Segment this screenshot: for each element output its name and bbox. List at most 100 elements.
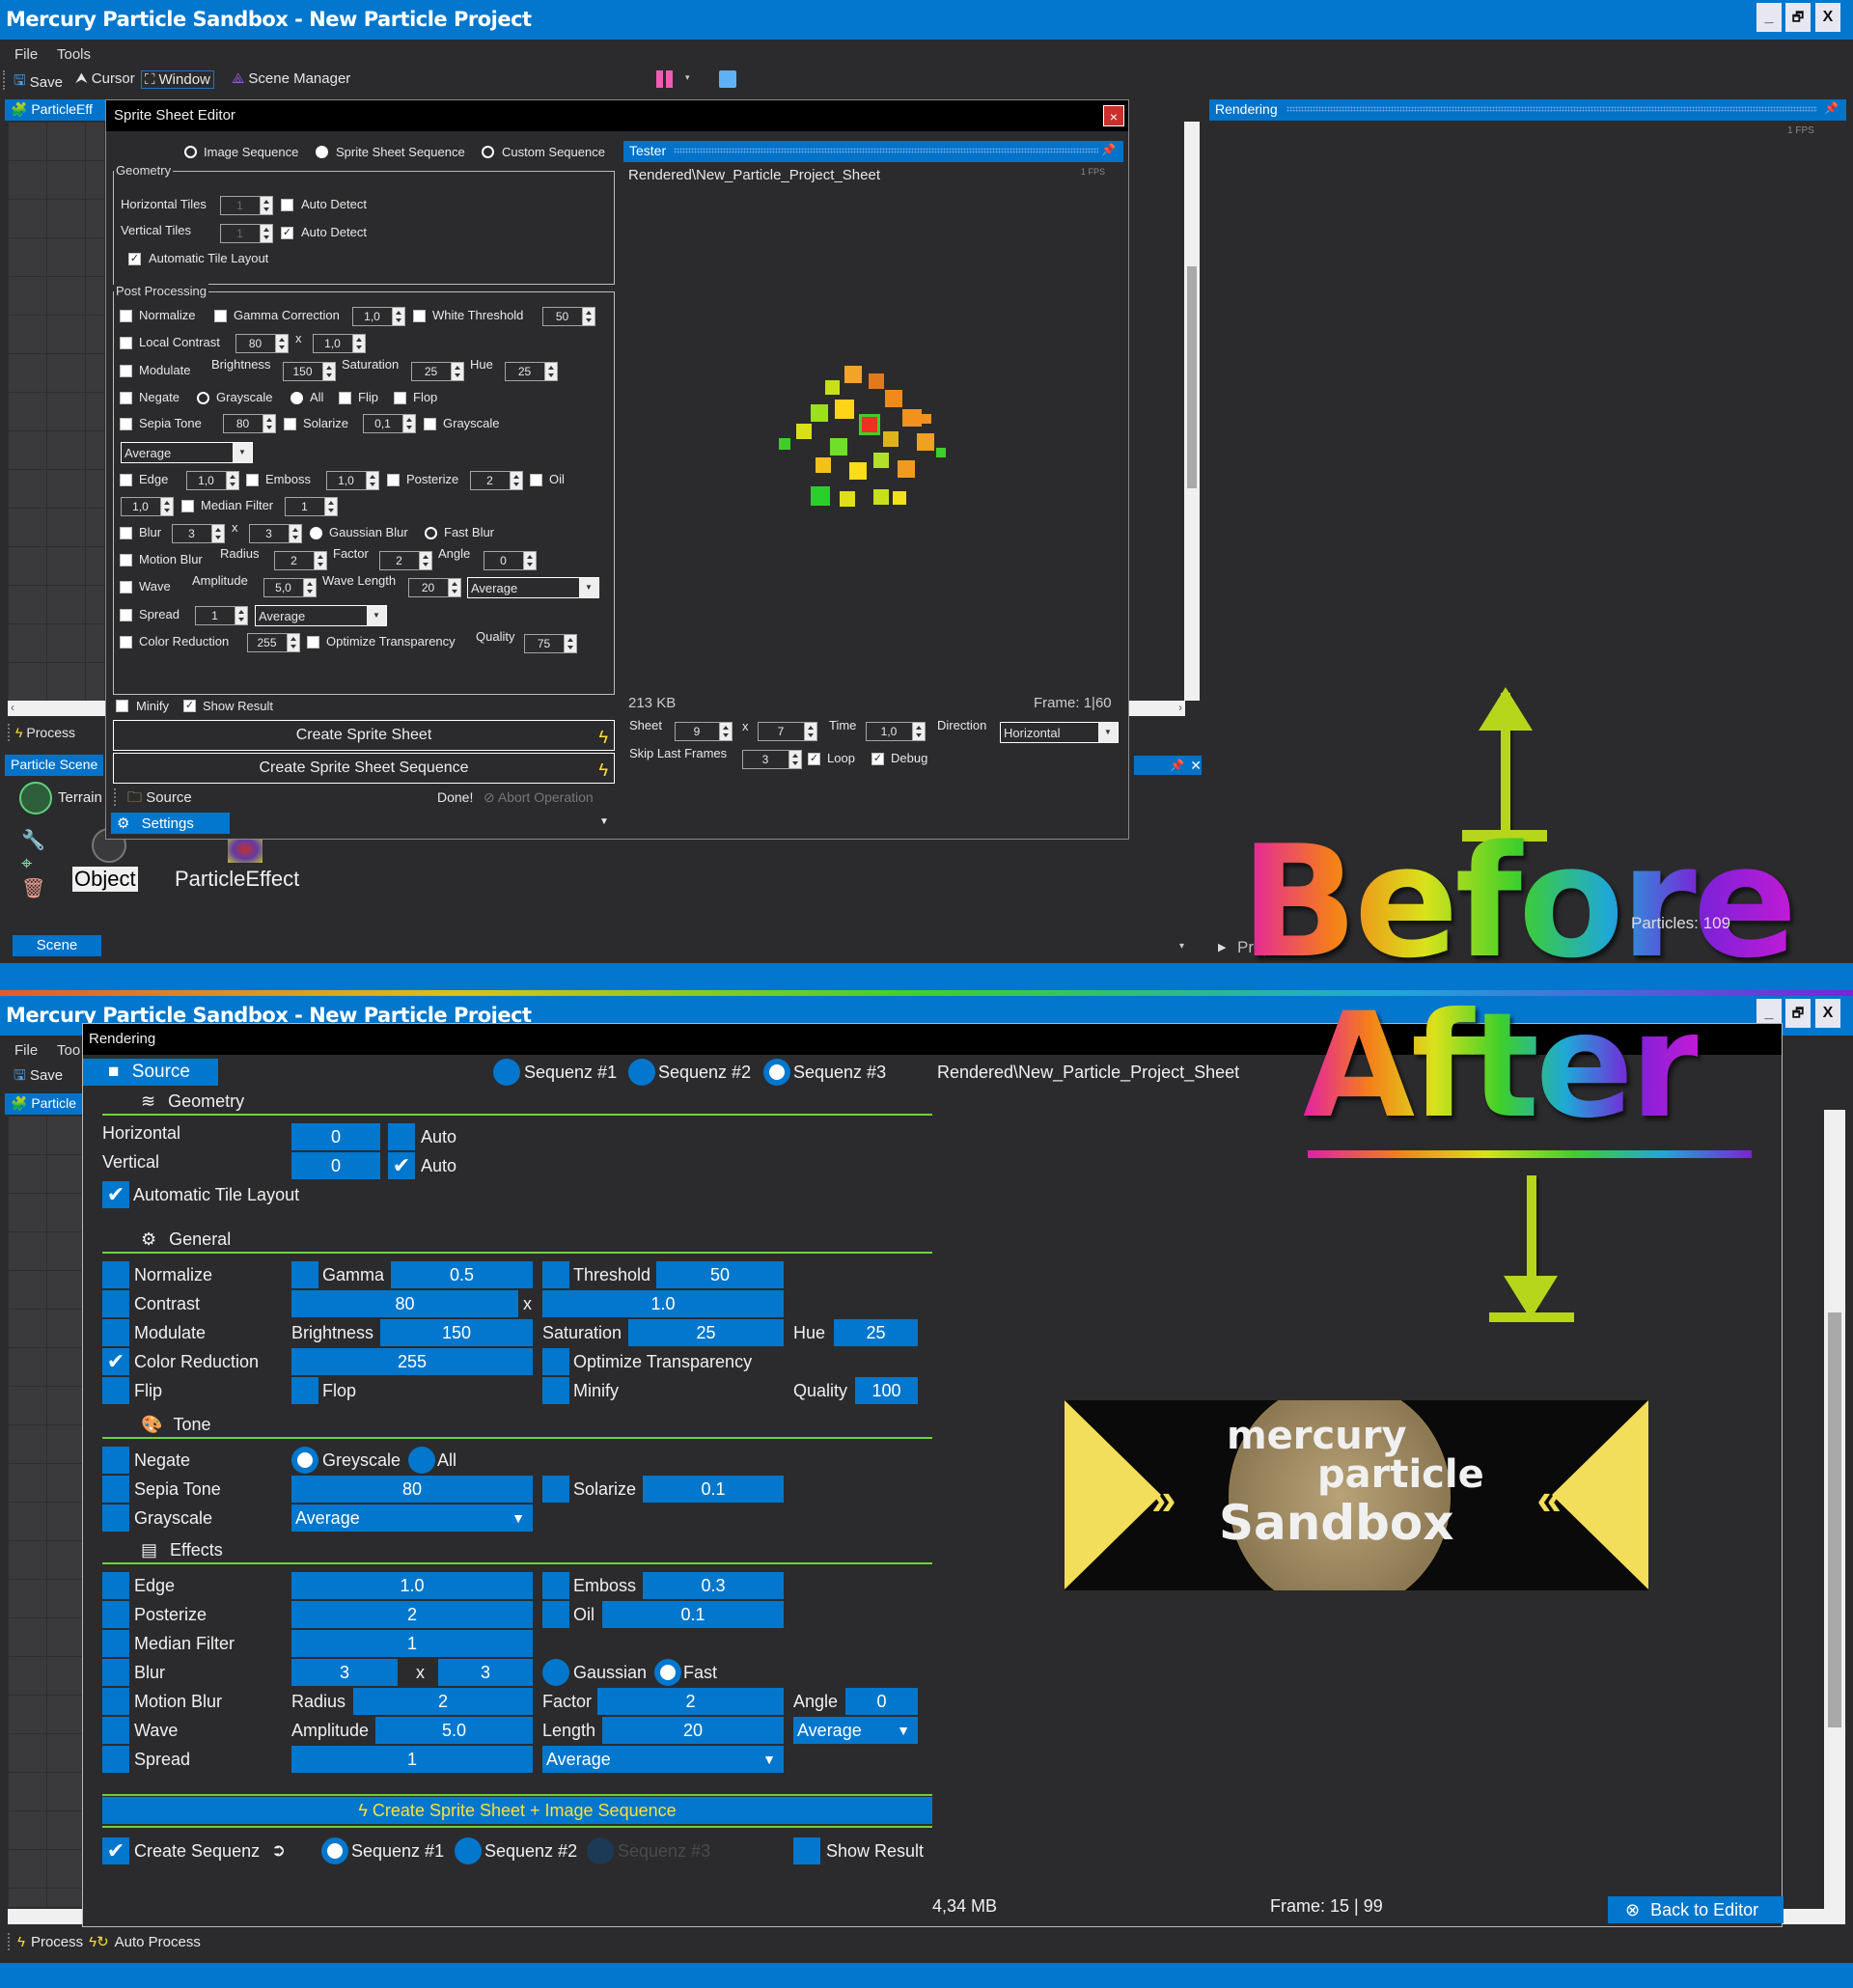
spinner-arrows[interactable]: [289, 525, 301, 542]
radio-bottom-sequenz-2[interactable]: [455, 1837, 482, 1864]
dropdown-arrow-icon[interactable]: ▾: [1179, 941, 1184, 952]
hue-input[interactable]: 25: [834, 1319, 918, 1346]
gamma-checkbox[interactable]: [291, 1261, 318, 1288]
local-contrast-checkbox[interactable]: [120, 337, 132, 349]
radio-fast-blur[interactable]: [425, 527, 437, 539]
threshold-input[interactable]: 50: [656, 1261, 784, 1288]
posterize-checkbox[interactable]: [387, 474, 400, 486]
sepia-spinner[interactable]: 80: [223, 414, 276, 433]
sepia-tone-checkbox[interactable]: [120, 418, 132, 430]
spread-checkbox[interactable]: [120, 609, 132, 621]
process-button[interactable]: Process: [26, 725, 75, 740]
particle-effect-tab[interactable]: 🧩 ParticleEff: [5, 99, 111, 121]
particle-tab-after[interactable]: 🧩 Particle: [5, 1093, 87, 1115]
radio-all[interactable]: [290, 392, 303, 404]
threshold-checkbox[interactable]: [542, 1261, 569, 1288]
dropdown-arrow-icon[interactable]: ▼: [599, 816, 609, 827]
radio-bottom-sequenz-1[interactable]: [321, 1837, 348, 1864]
radio-gaussian-blur[interactable]: [310, 527, 322, 539]
vertical-auto-detect-checkbox[interactable]: [281, 227, 293, 239]
radius-input[interactable]: 2: [353, 1688, 533, 1715]
oil-checkbox[interactable]: [530, 474, 542, 486]
auto-process-button[interactable]: Auto Process: [115, 1934, 201, 1950]
spinner-arrows[interactable]: [419, 552, 431, 569]
color-reduction-input[interactable]: 255: [291, 1348, 533, 1375]
particle-effect-icon[interactable]: [228, 836, 263, 863]
posterize-input[interactable]: 2: [291, 1601, 533, 1628]
wave-checkbox[interactable]: [102, 1717, 129, 1744]
sheet-columns-spinner[interactable]: 9: [675, 722, 733, 741]
radio-bottom-sequenz-3[interactable]: [587, 1837, 614, 1864]
brightness-spinner[interactable]: 150: [283, 362, 336, 381]
flop-checkbox[interactable]: [394, 392, 406, 404]
process-button[interactable]: Process: [31, 1934, 83, 1950]
grayscale-method-select[interactable]: Average ▼: [291, 1505, 533, 1532]
particle-scene-tab[interactable]: Particle Scene: [5, 755, 104, 776]
radio-grayscale[interactable]: [197, 392, 209, 404]
blur-spinner-b[interactable]: 3: [249, 524, 302, 543]
close-panel-icon[interactable]: ✕: [1190, 758, 1202, 774]
vertical-scrollbar-after[interactable]: [1824, 1110, 1845, 1911]
pin-icon[interactable]: 📌: [1824, 101, 1839, 115]
spinner-arrows[interactable]: [260, 197, 272, 214]
toolbar-grip[interactable]: [3, 70, 7, 90]
debug-checkbox[interactable]: [871, 753, 884, 765]
scroll-left-icon[interactable]: ‹: [11, 701, 14, 714]
median-filter-checkbox[interactable]: [181, 500, 194, 512]
editor-viewport[interactable]: [8, 122, 104, 701]
direction-select[interactable]: Horizontal ▼: [1000, 722, 1119, 743]
flip-checkbox[interactable]: [339, 392, 351, 404]
horizontal-input[interactable]: 0: [291, 1123, 380, 1150]
normalize-checkbox[interactable]: [102, 1261, 129, 1288]
vertical-input[interactable]: 0: [291, 1152, 380, 1179]
radio-image-sequence[interactable]: [184, 146, 197, 158]
spinner-arrows[interactable]: [523, 552, 536, 569]
wave-length-spinner[interactable]: 20: [408, 578, 461, 597]
emboss-input[interactable]: 0.3: [643, 1572, 784, 1599]
modulate-checkbox[interactable]: [102, 1319, 129, 1346]
scrollbar-thumb[interactable]: [1828, 1312, 1841, 1727]
solarize-input[interactable]: 0.1: [643, 1476, 784, 1503]
radio-sprite-sheet-sequence[interactable]: [316, 146, 328, 158]
spinner-arrows[interactable]: [314, 552, 326, 569]
spinner-arrows[interactable]: [160, 498, 173, 515]
chevron-down-icon[interactable]: ▼: [233, 443, 252, 462]
spinner-arrows[interactable]: [352, 335, 365, 352]
restore-button[interactable]: 🗗: [1785, 3, 1811, 32]
chevron-down-icon[interactable]: ▼: [512, 1505, 525, 1532]
time-spinner[interactable]: 1,0: [866, 722, 926, 741]
spinner-arrows[interactable]: [582, 308, 595, 325]
spinner-arrows[interactable]: [366, 472, 378, 489]
minify-checkbox[interactable]: [116, 700, 128, 712]
back-to-editor-button[interactable]: ⊗ Back to Editor: [1608, 1896, 1784, 1923]
particle-effect-label[interactable]: ParticleEffect: [175, 867, 299, 892]
toolbar-grip[interactable]: [8, 1933, 12, 1950]
cursor-button[interactable]: ⮝ Cursor: [75, 70, 135, 87]
drag-handle[interactable]: [674, 148, 1098, 153]
grayscale-checkbox[interactable]: [102, 1505, 129, 1532]
grayscale-method-select[interactable]: Average ▼: [121, 442, 253, 463]
horizontal-auto-detect-checkbox[interactable]: [281, 199, 293, 211]
emboss-checkbox[interactable]: [542, 1572, 569, 1599]
emboss-spinner[interactable]: 1,0: [326, 471, 379, 490]
white-threshold-spinner[interactable]: 50: [542, 307, 595, 326]
quality-input[interactable]: 100: [855, 1377, 918, 1404]
stop-icon[interactable]: [719, 70, 736, 88]
vertical-tiles-spinner[interactable]: 1: [220, 224, 273, 243]
radio-sequenz-1[interactable]: [493, 1059, 520, 1086]
spinner-arrows[interactable]: [788, 751, 801, 768]
drag-handle[interactable]: [1286, 106, 1817, 112]
oil-checkbox[interactable]: [542, 1601, 569, 1628]
close-button[interactable]: X: [1815, 999, 1840, 1028]
blur-checkbox[interactable]: [120, 527, 132, 539]
spinner-arrows[interactable]: [912, 723, 925, 740]
negate-checkbox[interactable]: [102, 1447, 129, 1474]
radio-sequenz-3[interactable]: [763, 1059, 790, 1086]
spinner-arrows[interactable]: [448, 579, 460, 596]
edge-checkbox[interactable]: [120, 474, 132, 486]
chevron-down-icon[interactable]: ▼: [579, 578, 598, 597]
spinner-arrows[interactable]: [392, 308, 404, 325]
pin-icon[interactable]: 📌: [1170, 759, 1184, 772]
spread-checkbox[interactable]: [102, 1746, 129, 1773]
color-reduction-spinner[interactable]: 255: [247, 633, 300, 652]
